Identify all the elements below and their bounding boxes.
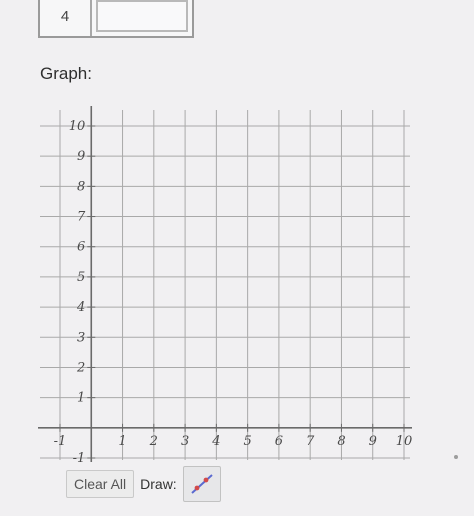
x-tick-label: 6 — [275, 434, 283, 449]
grid-lines — [40, 110, 410, 460]
tick-marks — [59, 125, 405, 459]
clear-all-button[interactable]: Clear All — [66, 470, 135, 498]
y-tick-label: 1 — [77, 391, 85, 406]
y-tick-label: 4 — [76, 300, 85, 315]
line-segment-icon — [191, 474, 213, 494]
x-tick-label: 5 — [243, 434, 251, 449]
x-tick-labels: -1 1 2 3 4 5 6 7 8 9 10 — [54, 434, 413, 449]
y-tick-label: 3 — [77, 330, 85, 345]
graph-canvas[interactable]: -1 1 2 3 4 5 6 7 8 9 10 10 9 8 7 6 5 4 3 2 1 -1 — [0, 0, 474, 516]
x-tick-label: 8 — [337, 434, 345, 449]
x-tick-label: 9 — [369, 434, 377, 449]
corner-dot — [454, 455, 458, 459]
y-tick-label: 10 — [69, 119, 86, 134]
y-tick-labels: 10 9 8 7 6 5 4 3 2 1 -1 — [69, 119, 86, 466]
axis-lines — [38, 106, 412, 462]
x-tick-label: 1 — [118, 434, 126, 449]
x-tick-label: -1 — [54, 434, 67, 449]
draw-label: Draw: — [140, 476, 177, 492]
graph-question-page: 4 Graph: -1 1 2 3 4 5 6 7 8 9 10 10 9 8 7 6 5 4 3 2 1 -1 Cle… — [0, 0, 474, 516]
y-tick-label: 2 — [76, 360, 85, 375]
y-tick-label: 7 — [77, 210, 86, 225]
graph-toolbar: Clear All Draw: — [66, 466, 221, 502]
x-tick-label: 2 — [149, 434, 158, 449]
y-tick-label: 8 — [77, 179, 85, 194]
x-tick-label: 10 — [396, 434, 413, 449]
x-tick-label: 4 — [211, 434, 220, 449]
y-tick-label: 6 — [77, 240, 85, 255]
y-tick-label: -1 — [73, 451, 86, 466]
x-tick-label: 7 — [306, 434, 315, 449]
y-tick-label: 9 — [77, 149, 85, 164]
draw-line-tool-button[interactable] — [182, 466, 221, 502]
x-tick-label: 3 — [181, 434, 189, 449]
y-tick-label: 5 — [77, 270, 85, 285]
